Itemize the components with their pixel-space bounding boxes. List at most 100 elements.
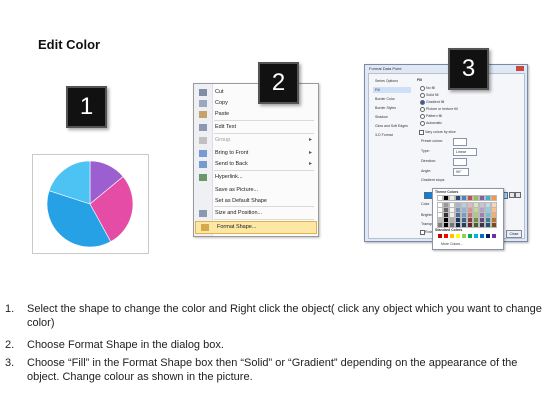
color-swatch[interactable] — [491, 195, 497, 201]
color-swatch[interactable] — [461, 195, 467, 201]
color-swatch[interactable] — [479, 212, 485, 218]
color-swatch[interactable] — [479, 195, 485, 201]
color-swatch[interactable] — [443, 195, 449, 201]
color-swatch[interactable] — [473, 195, 479, 201]
color-swatch[interactable] — [443, 202, 449, 208]
fill-radio[interactable] — [420, 114, 425, 119]
color-swatch[interactable] — [449, 202, 455, 208]
color-swatch[interactable] — [491, 212, 497, 218]
standard-color-swatch[interactable] — [486, 234, 490, 238]
rotate-checkbox[interactable] — [420, 230, 425, 235]
standard-color-swatch[interactable] — [456, 234, 460, 238]
menu-item-edit-text[interactable]: Edit Text — [194, 122, 318, 133]
fill-radio[interactable] — [420, 121, 425, 126]
color-swatch[interactable] — [467, 212, 473, 218]
menu-item-set-as-default-shape[interactable]: Set as Default Shape — [194, 196, 318, 207]
color-swatch[interactable] — [449, 222, 455, 228]
menu-item-save-as-picture[interactable]: Save as Picture... — [194, 185, 318, 196]
color-swatch[interactable] — [473, 222, 479, 228]
color-swatch[interactable] — [455, 222, 461, 228]
color-swatch[interactable] — [491, 202, 497, 208]
category-item[interactable]: Glow and Soft Edges — [373, 123, 411, 129]
color-swatch[interactable] — [443, 222, 449, 228]
color-swatch[interactable] — [437, 195, 443, 201]
color-swatch[interactable] — [473, 212, 479, 218]
menu-item-copy[interactable]: Copy — [194, 98, 318, 109]
color-swatch[interactable] — [467, 222, 473, 228]
color-swatch[interactable] — [467, 202, 473, 208]
category-item[interactable]: Fill — [373, 87, 411, 93]
color-swatch[interactable] — [461, 222, 467, 228]
color-swatch[interactable] — [485, 217, 491, 223]
category-item[interactable]: Border Styles — [373, 105, 411, 111]
color-swatch[interactable] — [455, 202, 461, 208]
vary-colors-option[interactable]: Vary colors by slice — [425, 130, 456, 134]
color-swatch[interactable] — [437, 207, 443, 213]
standard-color-swatch[interactable] — [492, 234, 496, 238]
color-swatch[interactable] — [461, 212, 467, 218]
menu-item-cut[interactable]: Cut — [194, 87, 318, 98]
color-swatch[interactable] — [485, 202, 491, 208]
remove-stop-button[interactable] — [515, 192, 521, 198]
color-swatch[interactable] — [461, 202, 467, 208]
pie-shape[interactable] — [33, 155, 148, 253]
fill-radio[interactable] — [420, 107, 425, 112]
category-item[interactable]: Series Options — [373, 78, 411, 84]
color-swatch[interactable] — [485, 212, 491, 218]
standard-color-swatch[interactable] — [444, 234, 448, 238]
color-swatch[interactable] — [455, 195, 461, 201]
standard-color-swatch[interactable] — [480, 234, 484, 238]
category-item[interactable]: Border Color — [373, 96, 411, 102]
color-swatch[interactable] — [461, 207, 467, 213]
close-icon[interactable] — [516, 66, 524, 71]
color-swatch[interactable] — [449, 217, 455, 223]
color-swatch[interactable] — [455, 217, 461, 223]
color-swatch[interactable] — [443, 207, 449, 213]
color-swatch[interactable] — [449, 212, 455, 218]
standard-color-swatch[interactable] — [474, 234, 478, 238]
color-swatch[interactable] — [437, 202, 443, 208]
menu-item-size-and-position[interactable]: Size and Position... — [194, 208, 318, 219]
color-swatch[interactable] — [491, 207, 497, 213]
color-swatch[interactable] — [479, 222, 485, 228]
color-swatch[interactable] — [449, 195, 455, 201]
menu-item-group[interactable]: Group ▸ — [194, 135, 318, 146]
color-swatch[interactable] — [491, 222, 497, 228]
color-swatch[interactable] — [479, 202, 485, 208]
color-swatch[interactable] — [485, 195, 491, 201]
color-swatch[interactable] — [467, 195, 473, 201]
color-swatch[interactable] — [467, 217, 473, 223]
color-swatch[interactable] — [479, 217, 485, 223]
standard-color-swatch[interactable] — [438, 234, 442, 238]
color-swatch[interactable] — [449, 207, 455, 213]
standard-color-swatch[interactable] — [462, 234, 466, 238]
color-swatch[interactable] — [437, 217, 443, 223]
color-swatch[interactable] — [485, 207, 491, 213]
color-swatch[interactable] — [443, 217, 449, 223]
color-swatch[interactable] — [485, 222, 491, 228]
fill-radio[interactable] — [420, 93, 425, 98]
vary-colors-checkbox[interactable] — [419, 130, 424, 135]
direction-picker[interactable] — [453, 158, 467, 166]
color-swatch[interactable] — [437, 222, 443, 228]
menu-item-bring-to-front[interactable]: Bring to Front ▸ — [194, 148, 318, 159]
type-select[interactable]: Linear — [453, 148, 477, 156]
color-swatch[interactable] — [473, 202, 479, 208]
category-item[interactable]: 3-D Format — [373, 132, 411, 138]
color-swatch[interactable] — [461, 217, 467, 223]
color-swatch[interactable] — [437, 212, 443, 218]
color-swatch[interactable] — [455, 207, 461, 213]
menu-item-format-shape[interactable]: Format Shape... — [195, 221, 317, 234]
menu-item-send-to-back[interactable]: Send to Back ▸ — [194, 159, 318, 170]
close-button[interactable]: Close — [506, 230, 522, 238]
color-swatch[interactable] — [473, 217, 479, 223]
category-item[interactable]: Shadow — [373, 114, 411, 120]
color-swatch[interactable] — [473, 207, 479, 213]
standard-color-swatch[interactable] — [450, 234, 454, 238]
color-swatch[interactable] — [455, 212, 461, 218]
preset-picker[interactable] — [453, 138, 467, 146]
fill-radio[interactable] — [420, 86, 425, 91]
fill-radio[interactable] — [420, 100, 425, 105]
color-swatch[interactable] — [479, 207, 485, 213]
standard-color-swatch[interactable] — [468, 234, 472, 238]
